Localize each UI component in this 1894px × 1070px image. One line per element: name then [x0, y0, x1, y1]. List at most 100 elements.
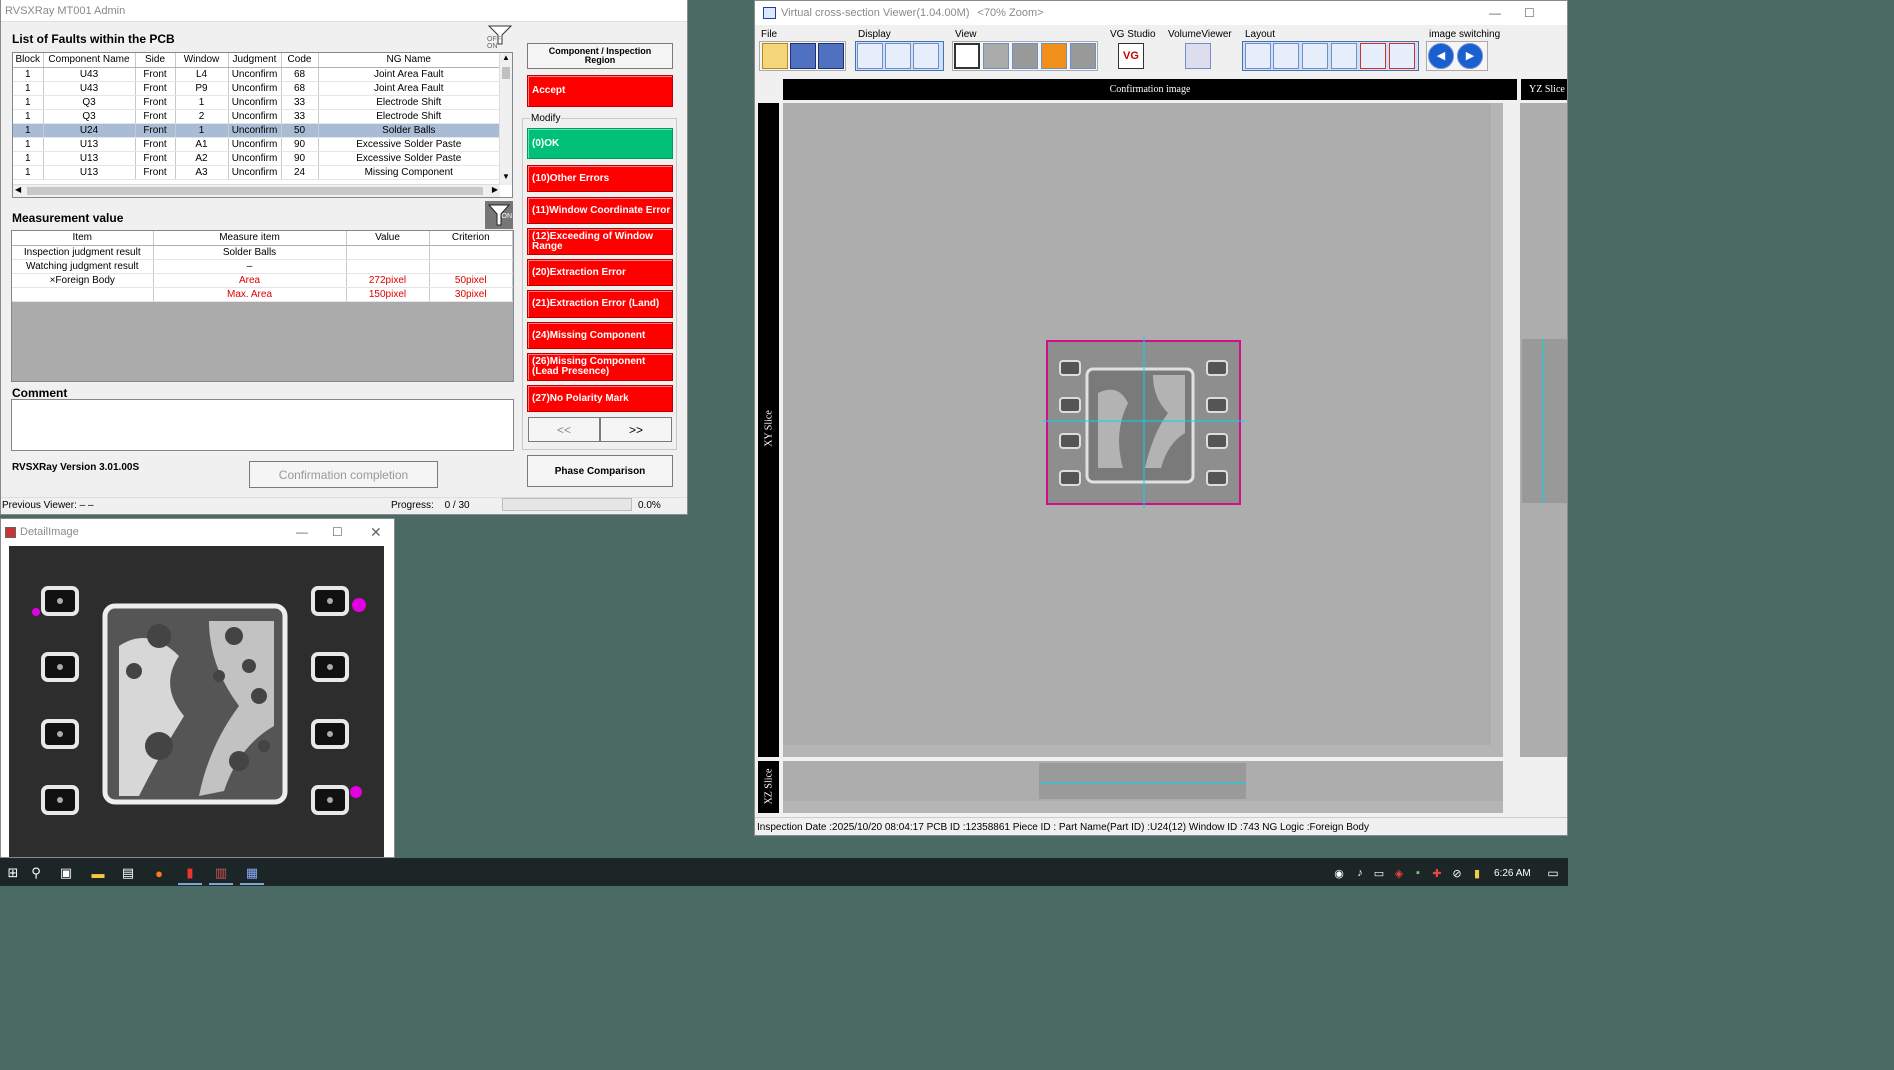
- faults-col-header[interactable]: Side: [135, 53, 176, 68]
- tray-icon-4[interactable]: ✚: [1426, 863, 1448, 883]
- next-image-icon[interactable]: ▶: [1457, 43, 1483, 69]
- rdp-icon[interactable]: ▤: [117, 863, 139, 883]
- volumeviewer-icon[interactable]: [1185, 43, 1211, 69]
- vcs-titlebar[interactable]: Virtual cross-section Viewer(1.04.00M) <…: [755, 1, 1567, 25]
- measure-row[interactable]: Watching judgment result –: [12, 259, 513, 274]
- error-24-button[interactable]: (24)Missing Component: [527, 322, 673, 349]
- detail-task-icon[interactable]: ▥: [210, 863, 232, 883]
- vcs-task-icon[interactable]: ▦: [241, 863, 263, 883]
- scroll-up-icon[interactable]: ▲: [500, 53, 512, 66]
- scroll-left-icon[interactable]: ◀: [15, 185, 21, 194]
- next-page-button[interactable]: >>: [600, 417, 672, 442]
- notification-icon[interactable]: ▭: [1542, 863, 1564, 883]
- measure-col-header[interactable]: Value: [346, 231, 430, 246]
- table-row[interactable]: 1 U13 Front A2 Unconfirm 90 Excessive Solder P…: [13, 151, 500, 166]
- minimize-icon[interactable]: —: [296, 522, 308, 542]
- error-11-button[interactable]: (11)Window Coordinate Error: [527, 197, 673, 224]
- measure-col-header[interactable]: Criterion: [429, 231, 513, 246]
- measure-row[interactable]: Inspection judgment result Solder Balls: [12, 245, 513, 260]
- start-icon[interactable]: ⊞: [2, 863, 24, 883]
- confirmation-completion-button[interactable]: Confirmation completion: [249, 461, 438, 488]
- detail-titlebar[interactable]: DetailImage — ☐ ✕: [1, 519, 394, 545]
- error-21-button[interactable]: (21)Extraction Error (Land): [527, 290, 673, 318]
- faults-col-header[interactable]: Judgment: [228, 53, 282, 68]
- layout-1-icon[interactable]: [1245, 43, 1271, 69]
- view-mode-4-icon[interactable]: [1041, 43, 1067, 69]
- error-26-button[interactable]: (26)Missing Component (Lead Presence): [527, 353, 673, 381]
- error-20-button[interactable]: (20)Extraction Error: [527, 259, 673, 286]
- error-10-button[interactable]: (10)Other Errors: [527, 165, 673, 192]
- measure-row[interactable]: ×Foreign Body Area 272pixel 50pixel: [12, 273, 513, 288]
- layout-2-icon[interactable]: [1273, 43, 1299, 69]
- task-view-icon[interactable]: ▣: [55, 863, 77, 883]
- tray-icon-6[interactable]: ▮: [1466, 863, 1488, 883]
- faults-col-header[interactable]: Window: [175, 53, 229, 68]
- save-icon[interactable]: [790, 43, 816, 69]
- phase-comparison-button[interactable]: Phase Comparison: [527, 455, 673, 487]
- faults-table[interactable]: Block Component Name Side Window Judgment Cod…: [12, 52, 513, 198]
- vcs-maximize-icon[interactable]: ☐: [1524, 3, 1535, 23]
- layout-5-icon[interactable]: [1360, 43, 1386, 69]
- layout-6-icon[interactable]: [1389, 43, 1415, 69]
- error-27-button[interactable]: (27)No Polarity Mark: [527, 385, 673, 412]
- table-row[interactable]: 1 U13 Front A3 Unconfirm 24 Missing Component: [13, 165, 500, 180]
- grid-display-icon[interactable]: [885, 43, 911, 69]
- scroll-down-icon[interactable]: ▼: [500, 172, 512, 185]
- yz-slice-view[interactable]: [1520, 103, 1567, 757]
- firefox-icon[interactable]: ●: [148, 863, 170, 883]
- table-row[interactable]: 1 Q3 Front 2 Unconfirm 33 Electrode Shift: [13, 109, 500, 124]
- table-row[interactable]: 1 U43 Front L4 Unconfirm 68 Joint Area Fault: [13, 67, 500, 82]
- error-12-button[interactable]: (12)Exceeding of Window Range: [527, 228, 673, 255]
- search-icon[interactable]: ⚲: [25, 863, 47, 883]
- scroll-thumb[interactable]: [502, 67, 510, 79]
- layout-4-icon[interactable]: [1331, 43, 1357, 69]
- table-row[interactable]: 1 U24 Front 1 Unconfirm 50 Solder Balls: [13, 123, 500, 138]
- faults-grid[interactable]: Block Component Name Side Window Judgment Cod…: [13, 53, 500, 180]
- previous-image-icon[interactable]: ◀: [1428, 43, 1454, 69]
- table-row[interactable]: 1 U43 Front P9 Unconfirm 68 Joint Area Fault: [13, 81, 500, 96]
- scroll-right-icon[interactable]: ▶: [492, 185, 498, 194]
- crosshair-display-icon[interactable]: [857, 43, 883, 69]
- open-folder-icon[interactable]: [762, 43, 788, 69]
- clock[interactable]: 6:26 AM: [1494, 868, 1531, 879]
- vgstudio-icon[interactable]: VG: [1118, 43, 1144, 69]
- view-mode-5-icon[interactable]: [1070, 43, 1096, 69]
- rvsxray-titlebar[interactable]: RVSXRay MT001 Admin: [1, 0, 687, 22]
- ok-button[interactable]: (0)OK: [527, 128, 673, 159]
- file-explorer-icon[interactable]: ▬: [87, 863, 109, 883]
- xz-slice-view[interactable]: [783, 761, 1503, 813]
- maximize-icon[interactable]: ☐: [332, 522, 343, 542]
- previous-page-button[interactable]: <<: [528, 417, 600, 442]
- measure-table[interactable]: Item Measure item Value Criterion Inspectio…: [11, 230, 514, 382]
- comment-input[interactable]: [11, 399, 514, 451]
- table-row[interactable]: 1 Q3 Front 1 Unconfirm 33 Electrode Shift: [13, 95, 500, 110]
- xy-slice-view[interactable]: [783, 103, 1503, 757]
- rvsxray-task-icon[interactable]: ▮: [179, 863, 201, 883]
- hscroll-thumb[interactable]: [27, 187, 483, 195]
- dots-display-icon[interactable]: [913, 43, 939, 69]
- xz-scroll[interactable]: [783, 801, 1503, 813]
- network-icon[interactable]: ▭: [1368, 863, 1390, 883]
- measure-col-header[interactable]: Measure item: [153, 231, 347, 246]
- view-mode-2-icon[interactable]: [983, 43, 1009, 69]
- fault-filter-icon[interactable]: OFF ON: [487, 24, 513, 50]
- view-mode-1-icon[interactable]: [954, 43, 980, 69]
- faults-col-header[interactable]: Block: [13, 53, 44, 68]
- measure-filter-icon[interactable]: ON: [485, 201, 513, 229]
- table-row[interactable]: 1 U13 Front A1 Unconfirm 90 Excessive Solder P…: [13, 137, 500, 152]
- tray-icon-1[interactable]: ◉: [1328, 863, 1350, 883]
- layout-3-icon[interactable]: [1302, 43, 1328, 69]
- faults-col-header[interactable]: Component Name: [43, 53, 136, 68]
- vcs-minimize-icon[interactable]: —: [1489, 3, 1501, 23]
- tray-icon-5[interactable]: ⊘: [1446, 863, 1468, 883]
- measure-col-header[interactable]: Item: [12, 231, 154, 246]
- close-icon[interactable]: ✕: [370, 522, 382, 542]
- view-mode-3-icon[interactable]: [1012, 43, 1038, 69]
- measure-grid[interactable]: Item Measure item Value Criterion Inspectio…: [12, 231, 513, 302]
- save-as-icon[interactable]: [818, 43, 844, 69]
- accept-button[interactable]: Accept: [527, 75, 673, 107]
- measure-row[interactable]: Max. Area 150pixel 30pixel: [12, 287, 513, 302]
- faults-col-header[interactable]: Code: [281, 53, 319, 68]
- faults-col-header[interactable]: NG Name: [318, 53, 500, 68]
- faults-vscroll[interactable]: ▲ ▼: [499, 53, 512, 185]
